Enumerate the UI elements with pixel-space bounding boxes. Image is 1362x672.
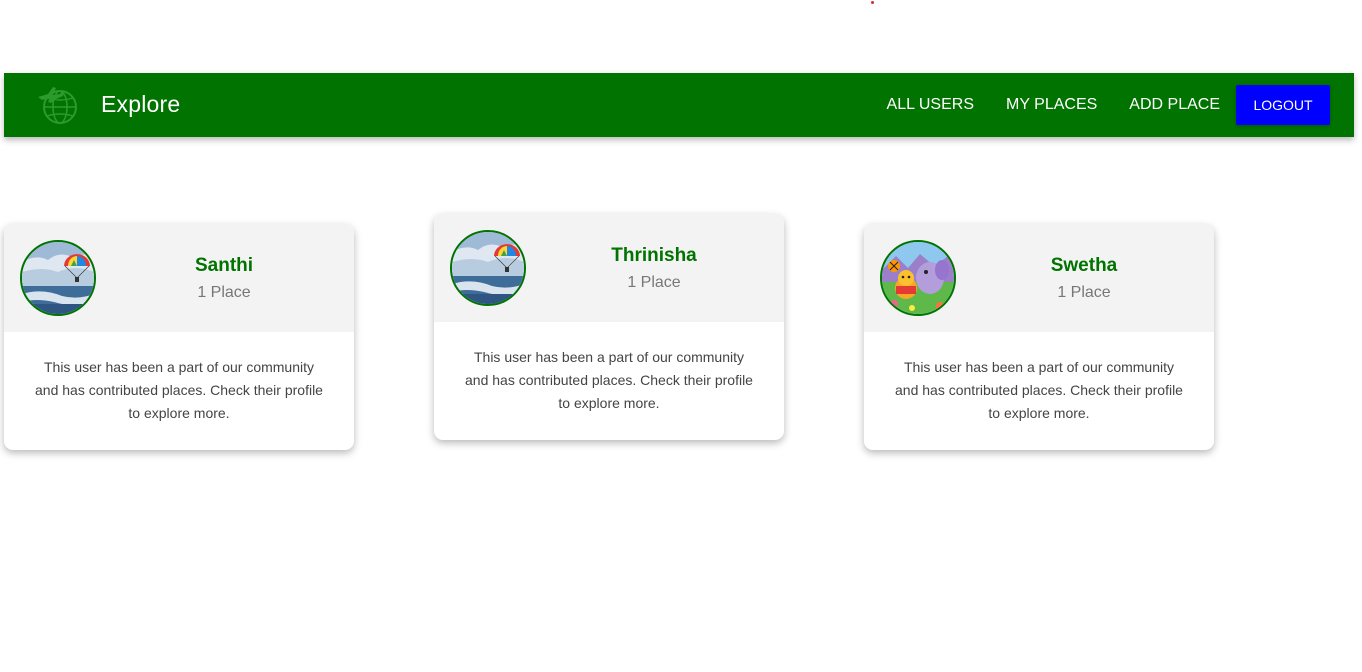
stray-dot [871,1,874,4]
nav-my-places[interactable]: MY PLACES [1006,96,1097,114]
user-info: Swetha 1 Place [964,255,1204,303]
user-card[interactable]: Santhi 1 Place This user has been a part… [4,224,354,450]
user-card[interactable]: Thrinisha 1 Place This user has been a p… [434,214,784,440]
place-count: 1 Place [627,274,681,291]
globe-airplane-icon [36,85,80,125]
main-navigation-bar: Explore ALL USERS MY PLACES ADD PLACE LO… [4,73,1354,137]
user-name: Santhi [194,255,254,276]
brand-title: Explore [101,91,181,117]
nav-add-place[interactable]: ADD PLACE [1129,96,1220,114]
user-info: Thrinisha 1 Place [534,245,774,293]
user-card-header: Swetha 1 Place [864,224,1214,332]
user-description: This user has been a part of our communi… [465,349,753,411]
user-avatar [880,240,956,316]
place-count: 1 Place [197,284,251,301]
nav-all-users[interactable]: ALL USERS [887,96,974,114]
user-card-header: Santhi 1 Place [4,224,354,332]
user-name: Swetha [1050,255,1118,276]
nav-links: ALL USERS MY PLACES ADD PLACE LOGOUT [887,73,1354,137]
logout-button[interactable]: LOGOUT [1236,85,1330,125]
user-card-header: Thrinisha 1 Place [434,214,784,322]
user-avatar [450,230,526,306]
user-description: This user has been a part of our communi… [895,359,1183,421]
user-description: This user has been a part of our communi… [35,359,323,421]
place-count: 1 Place [1057,284,1111,301]
user-info: Santhi 1 Place [104,255,344,303]
user-name: Thrinisha [611,245,697,266]
user-avatar [20,240,96,316]
user-card[interactable]: Swetha 1 Place This user has been a part… [864,224,1214,450]
